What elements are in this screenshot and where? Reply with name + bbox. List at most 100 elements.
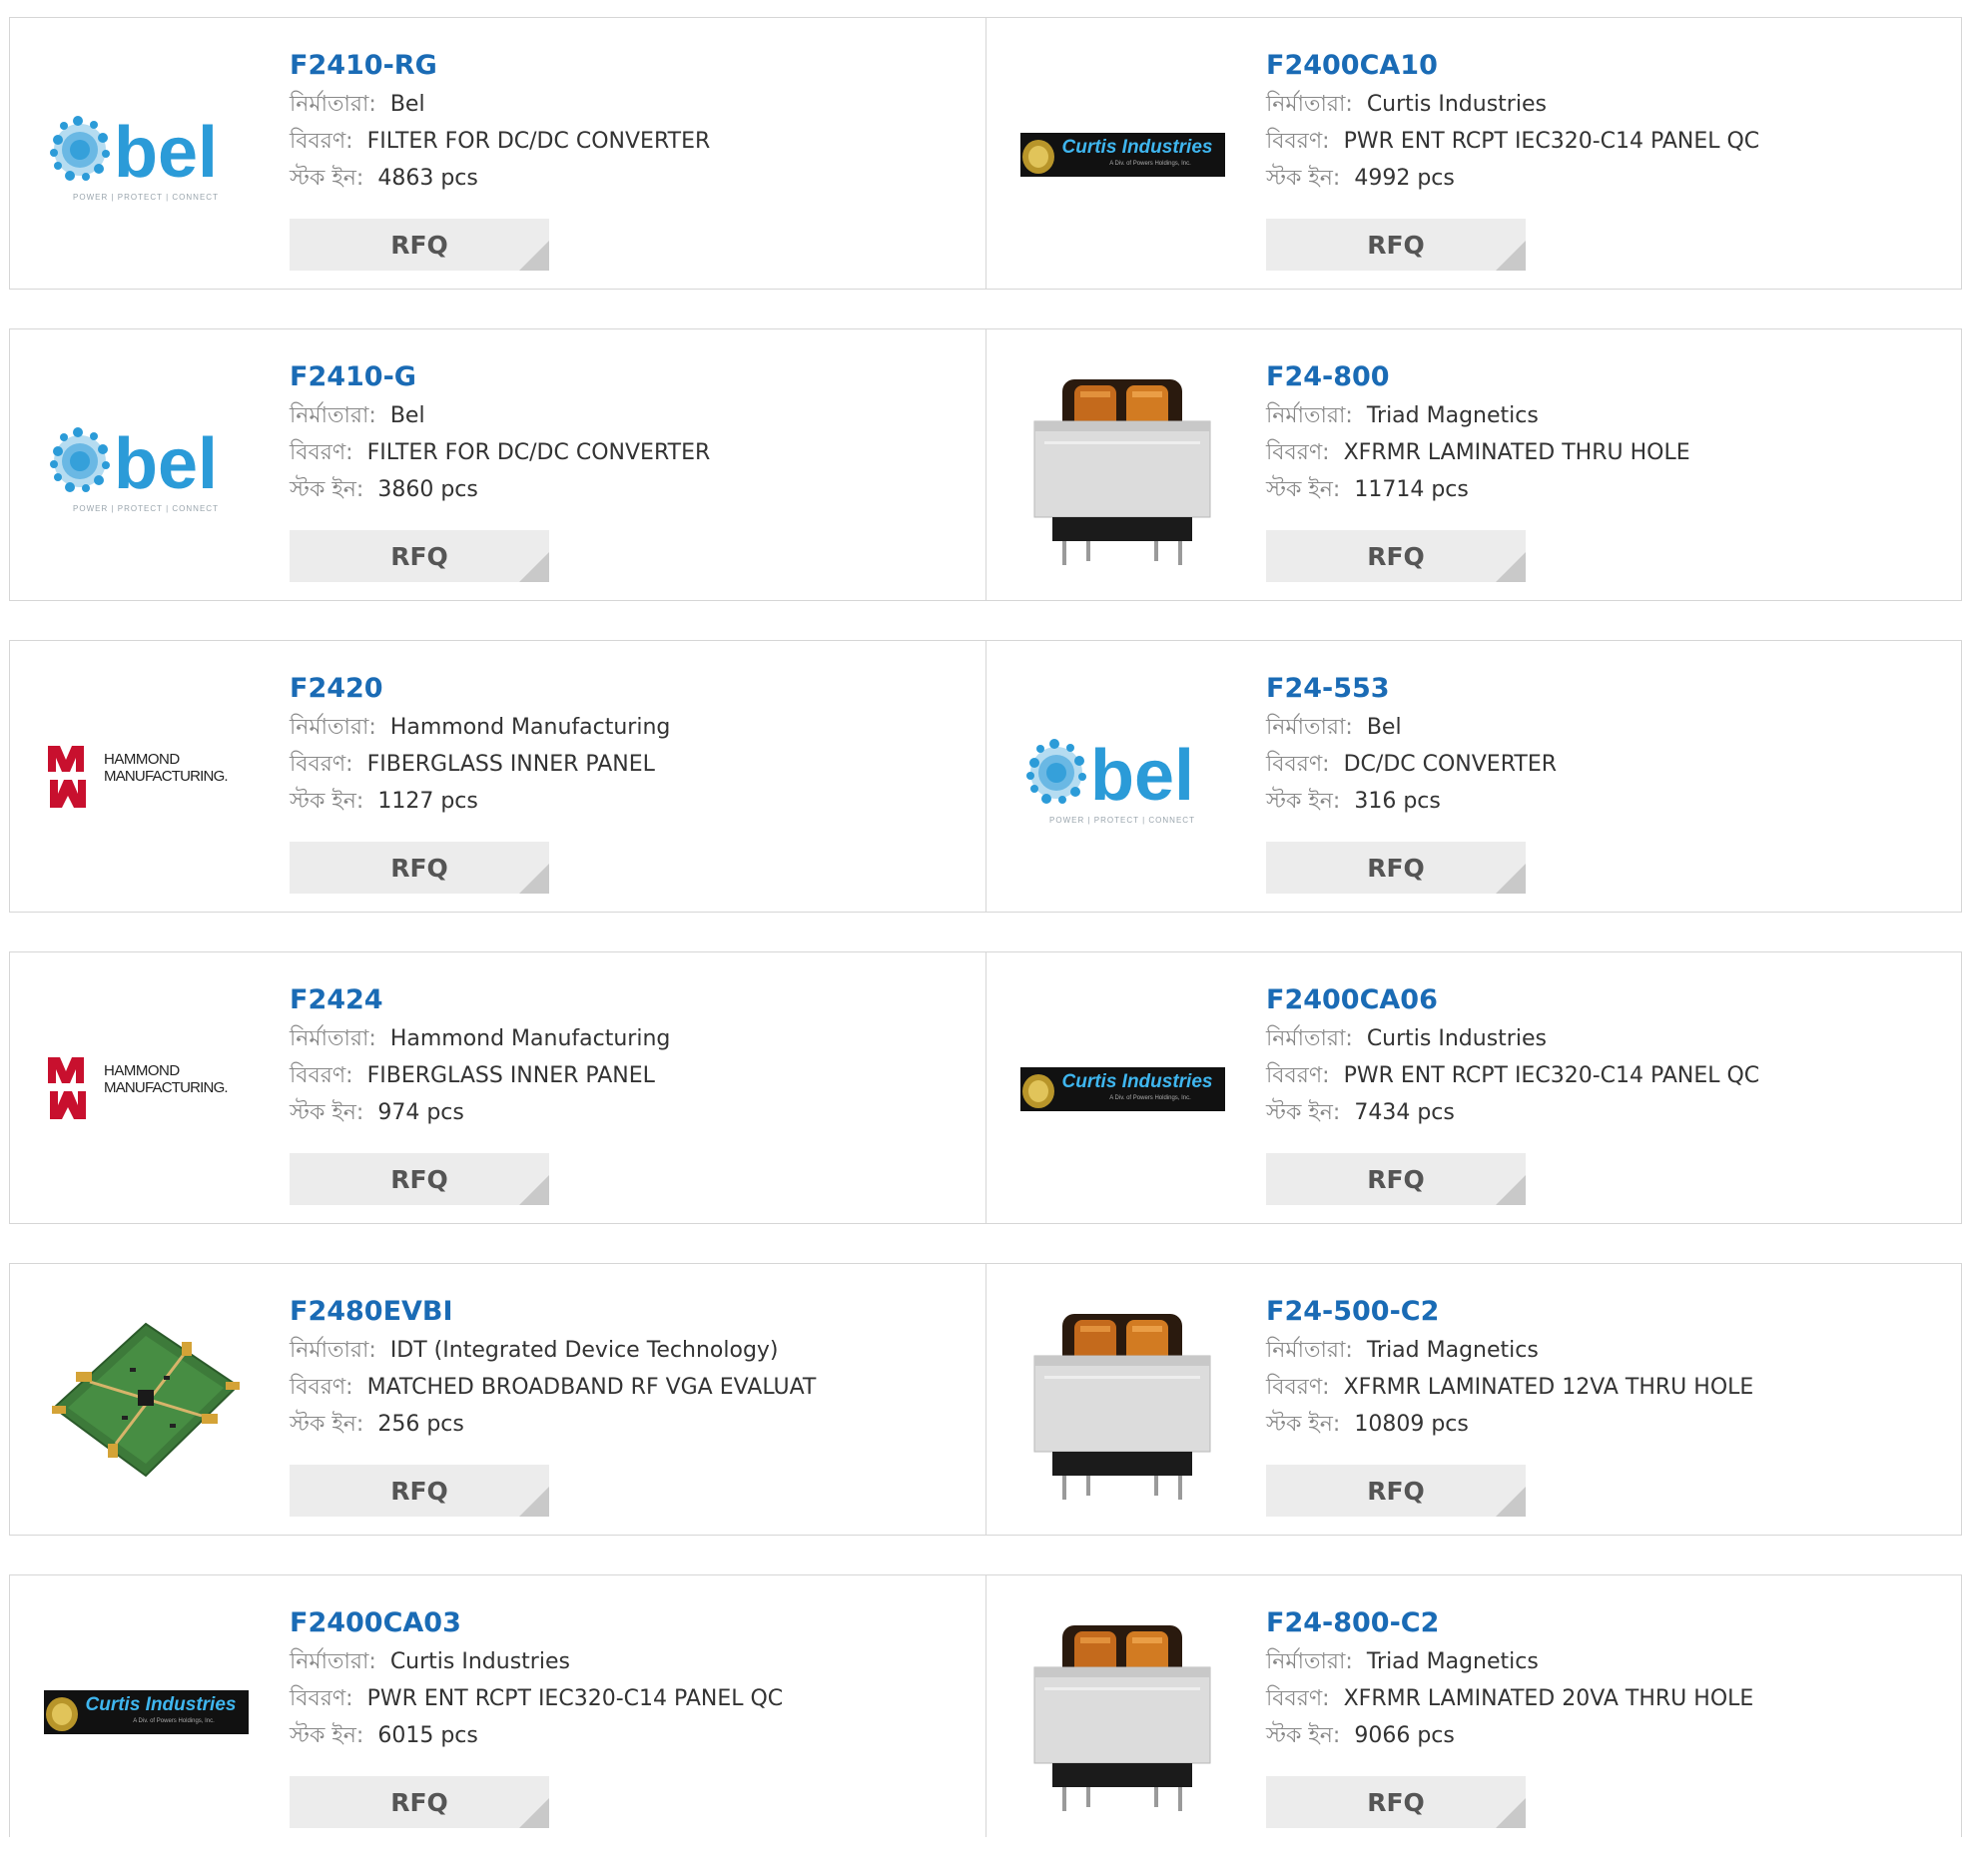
part-number-link[interactable]: F2410-G: [290, 357, 710, 397]
product-image[interactable]: [1016, 1605, 1228, 1819]
part-number-link[interactable]: F2400CA06: [1266, 980, 1759, 1020]
rfq-label: RFQ: [1367, 1787, 1425, 1817]
corner-triangle-icon: [519, 241, 549, 271]
description-value: XFRMR LAMINATED 12VA THRU HOLE: [1343, 1375, 1754, 1400]
rfq-button[interactable]: RFQ: [1266, 1465, 1526, 1517]
stock-line: স্টক ইন: 6015 pcs: [290, 1717, 783, 1754]
stock-label: স্টক ইন:: [1266, 1412, 1341, 1437]
rfq-button[interactable]: RFQ: [1266, 219, 1526, 271]
part-number-link[interactable]: F24-500-C2: [1266, 1292, 1753, 1332]
svg-text:bel: bel: [114, 424, 218, 504]
manufacturer-label: নির্মাতারা:: [1266, 1338, 1353, 1363]
description-value: PWR ENT RCPT IEC320-C14 PANEL QC: [366, 1686, 784, 1711]
product-image[interactable]: HAMMOND MANUFACTURING.: [40, 671, 252, 885]
manufacturer-line: নির্মাতারা: Hammond Manufacturing: [290, 1020, 670, 1057]
description-line: বিবরণ: FILTER FOR DC/DC CONVERTER: [290, 434, 710, 471]
part-number-link[interactable]: F2420: [290, 669, 670, 709]
stock-label: স্টক ইন:: [1266, 1723, 1341, 1748]
part-number-link[interactable]: F2400CA03: [290, 1603, 783, 1643]
product-image[interactable]: bel POWER | PROTECT | CONNECT: [1016, 671, 1228, 885]
svg-text:bel: bel: [1090, 736, 1194, 816]
manufacturer-value: Hammond Manufacturing: [389, 715, 671, 740]
part-number-link[interactable]: F24-800: [1266, 357, 1690, 397]
rfq-button[interactable]: RFQ: [290, 530, 549, 582]
product-info: F24-500-C2 নির্মাতারা: Triad Magnetics বিবর…: [1266, 1292, 1753, 1443]
rfq-button[interactable]: RFQ: [290, 219, 549, 271]
product-info: F24-553 নির্মাতারা: Bel বিবরণ: DC/DC CONVERT…: [1266, 669, 1557, 820]
hammond-manufacturing-logo: HAMMOND MANUFACTURING.: [47, 1057, 228, 1119]
product-card: Curtis Industries A Div. of Powers Holdi…: [9, 1575, 985, 1837]
rfq-button[interactable]: RFQ: [290, 842, 549, 894]
stock-line: স্টক ইন: 11714 pcs: [1266, 471, 1690, 508]
product-card: Curtis Industries A Div. of Powers Holdi…: [985, 18, 1962, 289]
stock-label: স্টক ইন:: [1266, 166, 1341, 191]
corner-triangle-icon: [1496, 1798, 1526, 1828]
rfq-button[interactable]: RFQ: [1266, 1153, 1526, 1205]
manufacturer-label: নির্মাতারা:: [290, 1026, 376, 1051]
rfq-button[interactable]: RFQ: [290, 1465, 549, 1517]
rfq-button[interactable]: RFQ: [1266, 842, 1526, 894]
stock-value: 9066 pcs: [1354, 1723, 1455, 1748]
part-number-link[interactable]: F2480EVBI: [290, 1292, 816, 1332]
stock-value: 3860 pcs: [377, 477, 478, 502]
description-label: বিবরণ:: [1266, 1686, 1330, 1711]
corner-triangle-icon: [1496, 1487, 1526, 1517]
product-image[interactable]: [40, 1294, 252, 1508]
rfq-button[interactable]: RFQ: [290, 1153, 549, 1205]
product-image[interactable]: Curtis Industries A Div. of Powers Holdi…: [1016, 48, 1228, 262]
description-value: XFRMR LAMINATED THRU HOLE: [1343, 440, 1690, 465]
manufacturer-line: নির্মাতারা: Curtis Industries: [1266, 1020, 1759, 1057]
description-line: বিবরণ: FILTER FOR DC/DC CONVERTER: [290, 123, 710, 160]
manufacturer-value: Curtis Industries: [1366, 1026, 1547, 1051]
stock-line: স্টক ইন: 974 pcs: [290, 1094, 670, 1131]
rfq-button[interactable]: RFQ: [290, 1776, 549, 1828]
svg-text:HAMMOND: HAMMOND: [104, 751, 180, 768]
svg-text:POWER | PROTECT | CONNECT: POWER | PROTECT | CONNECT: [73, 504, 219, 513]
manufacturer-line: নির্মাতারা: Triad Magnetics: [1266, 397, 1690, 434]
product-info: F2400CA03 নির্মাতারা: Curtis Industries বিব…: [290, 1603, 783, 1754]
product-image[interactable]: bel POWER | PROTECT | CONNECT: [40, 359, 252, 573]
manufacturer-label: নির্মাতারা:: [290, 1649, 376, 1674]
description-value: DC/DC CONVERTER: [1343, 752, 1558, 777]
stock-label: স্টক ইন:: [290, 1723, 364, 1748]
stock-value: 6015 pcs: [377, 1723, 478, 1748]
manufacturer-value: IDT (Integrated Device Technology): [389, 1338, 779, 1363]
rfq-button[interactable]: RFQ: [1266, 530, 1526, 582]
manufacturer-label: নির্মাতারা:: [290, 403, 376, 428]
part-number-link[interactable]: F2410-RG: [290, 46, 710, 86]
stock-line: স্টক ইন: 1127 pcs: [290, 783, 670, 820]
part-number-link[interactable]: F24-553: [1266, 669, 1557, 709]
corner-triangle-icon: [1496, 241, 1526, 271]
part-number-link[interactable]: F2424: [290, 980, 670, 1020]
product-image[interactable]: Curtis Industries A Div. of Powers Holdi…: [40, 1605, 252, 1819]
product-image[interactable]: HAMMOND MANUFACTURING.: [40, 982, 252, 1196]
product-info: F2410-RG নির্মাতারা: Bel বিবরণ: FILTER FOR D…: [290, 46, 710, 197]
part-number-link[interactable]: F2400CA10: [1266, 46, 1759, 86]
stock-line: স্টক ইন: 4863 pcs: [290, 160, 710, 197]
stock-line: স্টক ইন: 3860 pcs: [290, 471, 710, 508]
manufacturer-line: নির্মাতারা: Bel: [1266, 709, 1557, 746]
rfq-label: RFQ: [390, 1164, 448, 1194]
product-card: HAMMOND MANUFACTURING. F2424 নির্মাতারা: H…: [9, 952, 985, 1223]
product-image[interactable]: [1016, 1294, 1228, 1508]
description-label: বিবরণ:: [1266, 1063, 1330, 1088]
product-card: F24-800 নির্মাতারা: Triad Magnetics বিবরণ: X…: [985, 329, 1962, 600]
product-card: F24-800-C2 নির্মাতারা: Triad Magnetics বিবর…: [985, 1575, 1962, 1837]
description-line: বিবরণ: XFRMR LAMINATED THRU HOLE: [1266, 434, 1690, 471]
bel-logo: bel POWER | PROTECT | CONNECT: [49, 113, 218, 202]
manufacturer-line: নির্মাতারা: Bel: [290, 397, 710, 434]
product-image[interactable]: bel POWER | PROTECT | CONNECT: [40, 48, 252, 262]
rfq-label: RFQ: [1367, 1476, 1425, 1506]
transformer-photo: [1022, 1607, 1222, 1817]
description-label: বিবরণ:: [290, 129, 353, 154]
product-image[interactable]: [1016, 359, 1228, 573]
manufacturer-line: নির্মাতারা: Triad Magnetics: [1266, 1643, 1753, 1680]
product-image[interactable]: Curtis Industries A Div. of Powers Holdi…: [1016, 982, 1228, 1196]
corner-triangle-icon: [519, 1487, 549, 1517]
rfq-button[interactable]: RFQ: [1266, 1776, 1526, 1828]
transformer-photo: [1022, 1296, 1222, 1506]
svg-text:A Div. of Powers Holdings, Inc: A Div. of Powers Holdings, Inc.: [1109, 1095, 1191, 1101]
description-label: বিবরণ:: [290, 752, 353, 777]
manufacturer-line: নির্মাতারা: Curtis Industries: [290, 1643, 783, 1680]
part-number-link[interactable]: F24-800-C2: [1266, 1603, 1753, 1643]
